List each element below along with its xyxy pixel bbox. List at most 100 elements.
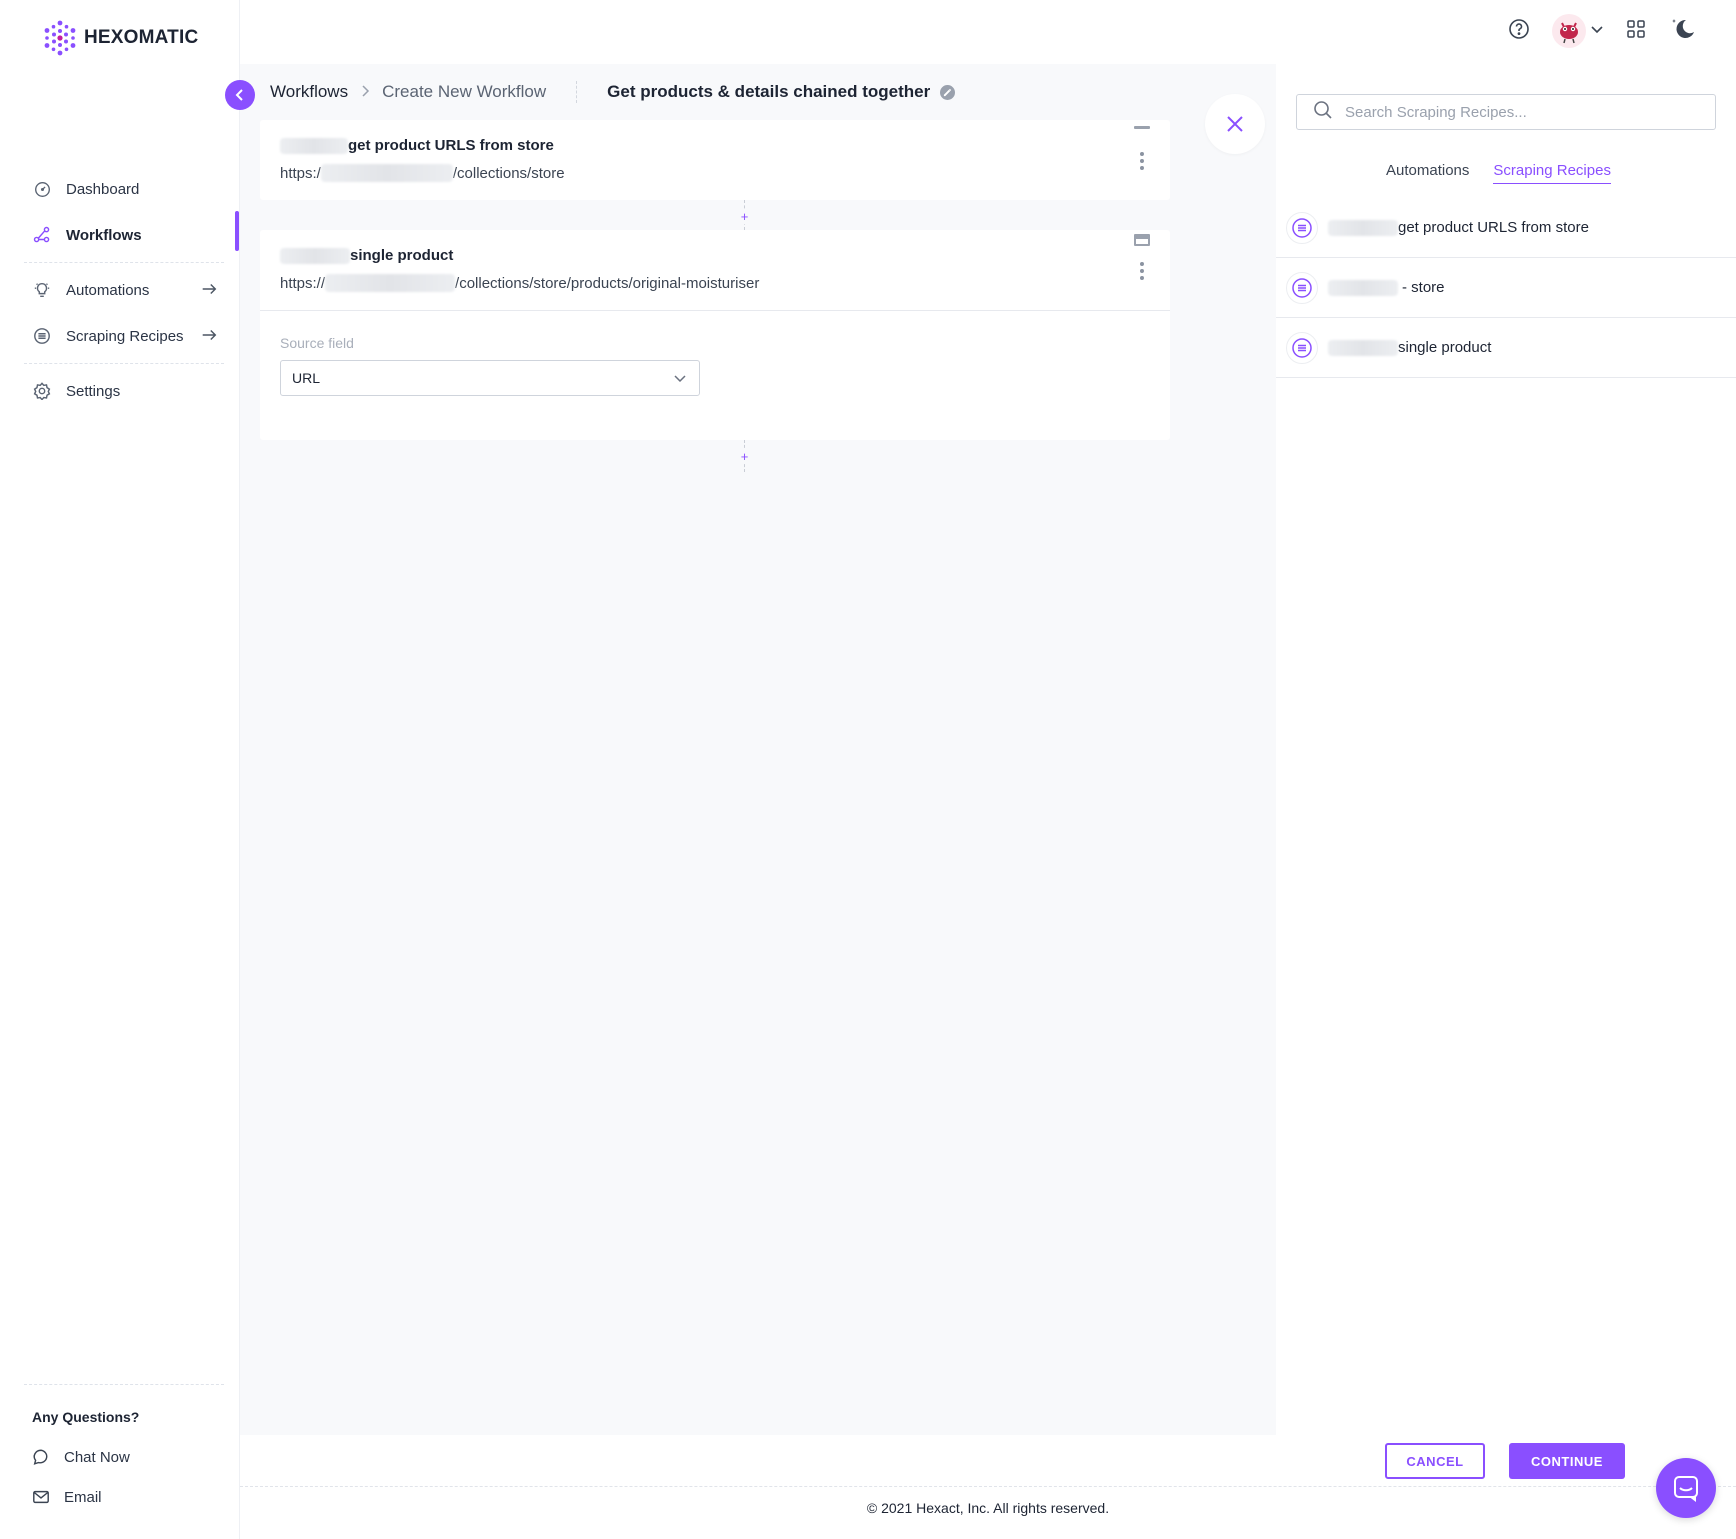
panel-tabs: Automations Scraping Recipes bbox=[1386, 162, 1611, 184]
gauge-icon bbox=[32, 179, 52, 199]
redacted-text bbox=[1328, 279, 1398, 296]
url-suffix: /collections/store/products/original-moi… bbox=[455, 274, 760, 292]
hexomatic-logo-icon bbox=[44, 20, 76, 56]
arrow-right-icon[interactable] bbox=[200, 326, 218, 348]
lightbulb-icon bbox=[32, 280, 52, 300]
continue-button[interactable]: CONTINUE bbox=[1509, 1443, 1625, 1479]
workflow-step-card[interactable]: get product URLS from store https:/ /col… bbox=[260, 120, 1170, 200]
source-field-label: Source field bbox=[280, 335, 354, 351]
chat-icon bbox=[1674, 1476, 1698, 1502]
recipe-icon bbox=[1286, 271, 1318, 304]
workflow-step-card[interactable]: single product https:// /collections/sto… bbox=[260, 230, 1170, 440]
recipe-icon bbox=[32, 326, 52, 346]
sidebar-help: Any Questions? Chat Now Email bbox=[24, 1384, 224, 1517]
list-item[interactable]: get product URLS from store bbox=[1276, 198, 1736, 258]
sidebar-item-label: Scraping Recipes bbox=[66, 327, 184, 345]
step-title: single product bbox=[280, 247, 453, 264]
url-prefix: https:// bbox=[280, 274, 326, 292]
list-item[interactable]: single product bbox=[1276, 318, 1736, 378]
minimize-icon[interactable] bbox=[1134, 126, 1150, 129]
chevron-right-icon bbox=[360, 84, 370, 100]
sidebar-item-label: Settings bbox=[66, 382, 121, 400]
collapse-sidebar-button[interactable] bbox=[225, 80, 255, 110]
help-icon[interactable] bbox=[1508, 18, 1530, 45]
more-options-icon[interactable] bbox=[1140, 262, 1144, 280]
redacted-text bbox=[320, 164, 453, 182]
edit-icon[interactable] bbox=[940, 84, 956, 100]
nav-divider bbox=[24, 262, 224, 263]
gear-icon bbox=[32, 381, 52, 401]
breadcrumb-current: Create New Workflow bbox=[382, 82, 547, 101]
nav-divider bbox=[24, 363, 224, 364]
search-input[interactable] bbox=[1345, 103, 1685, 121]
recipe-icon bbox=[1286, 331, 1318, 364]
redacted-text bbox=[280, 137, 348, 154]
sidebar-item-scraping-recipes[interactable]: Scraping Recipes bbox=[24, 313, 224, 359]
sidebar-item-workflows[interactable]: Workflows bbox=[24, 212, 224, 258]
chevron-down-icon bbox=[1590, 22, 1604, 41]
list-item[interactable]: - store bbox=[1276, 258, 1736, 318]
logo[interactable]: HEXOMATIC bbox=[42, 20, 198, 56]
url-suffix: /collections/store bbox=[452, 164, 565, 182]
search-icon bbox=[1313, 100, 1333, 125]
email-label: Email bbox=[64, 1488, 102, 1506]
recipes-panel: Automations Scraping Recipes get product… bbox=[1276, 64, 1736, 1435]
dark-mode-toggle-icon[interactable] bbox=[1668, 16, 1696, 47]
top-bar bbox=[240, 0, 1736, 64]
sidebar-item-label: Workflows bbox=[66, 226, 142, 244]
arrow-right-icon[interactable] bbox=[200, 280, 218, 302]
step-url: https:// /collections/store/products/ori… bbox=[280, 274, 759, 292]
source-field-select[interactable]: URL bbox=[280, 360, 700, 396]
sidebar-item-label: Dashboard bbox=[66, 180, 140, 198]
breadcrumb-workflows[interactable]: Workflows bbox=[270, 82, 348, 102]
step-title: get product URLS from store bbox=[280, 137, 554, 154]
search-box[interactable] bbox=[1296, 94, 1716, 130]
redacted-text bbox=[1328, 219, 1398, 236]
sidebar: HEXOMATIC Dashboard Workflows Automation… bbox=[0, 0, 240, 1539]
chat-bubble-icon bbox=[32, 1447, 52, 1467]
sidebar-item-settings[interactable]: Settings bbox=[24, 368, 224, 414]
recipe-label: single product bbox=[1398, 339, 1492, 356]
action-bar: CANCEL CONTINUE bbox=[240, 1435, 1736, 1487]
tab-automations[interactable]: Automations bbox=[1386, 162, 1469, 184]
redacted-text bbox=[1328, 339, 1398, 356]
source-field-value: URL bbox=[292, 370, 321, 386]
expand-icon[interactable] bbox=[1134, 234, 1150, 246]
more-options-icon[interactable] bbox=[1140, 152, 1144, 170]
step-title-text: get product URLS from store bbox=[348, 137, 554, 154]
close-workflow-button[interactable] bbox=[1205, 94, 1265, 154]
recipe-label: get product URLS from store bbox=[1398, 219, 1589, 236]
active-nav-indicator bbox=[235, 211, 239, 251]
redacted-text bbox=[325, 274, 456, 292]
close-icon bbox=[1227, 116, 1243, 132]
sidebar-item-label: Automations bbox=[66, 281, 150, 299]
redacted-text bbox=[280, 247, 350, 264]
card-divider bbox=[260, 310, 1170, 311]
mail-icon bbox=[32, 1487, 52, 1507]
email-link[interactable]: Email bbox=[24, 1477, 224, 1517]
recipe-list: get product URLS from store - store sing… bbox=[1276, 198, 1736, 378]
chevron-left-icon bbox=[235, 89, 243, 101]
avatar bbox=[1552, 14, 1586, 48]
workflow-icon bbox=[32, 225, 52, 245]
step-url: https:/ /collections/store bbox=[280, 164, 565, 182]
top-actions bbox=[1508, 14, 1696, 48]
tab-scraping-recipes[interactable]: Scraping Recipes bbox=[1493, 162, 1611, 184]
logo-text: HEXOMATIC bbox=[84, 27, 199, 48]
apps-grid-icon[interactable] bbox=[1626, 19, 1646, 44]
sidebar-item-dashboard[interactable]: Dashboard bbox=[24, 166, 224, 212]
breadcrumb-divider bbox=[576, 81, 578, 103]
recipe-label: - store bbox=[1402, 279, 1445, 296]
chat-now-link[interactable]: Chat Now bbox=[24, 1437, 224, 1477]
chat-widget-button[interactable] bbox=[1656, 1458, 1716, 1518]
chevron-down-icon bbox=[673, 371, 687, 388]
cancel-button[interactable]: CANCEL bbox=[1385, 1443, 1485, 1479]
user-menu[interactable] bbox=[1552, 14, 1604, 48]
sidebar-item-automations[interactable]: Automations bbox=[24, 267, 224, 313]
add-step-icon[interactable]: + bbox=[737, 209, 752, 224]
recipe-icon bbox=[1286, 211, 1318, 244]
add-step-icon[interactable]: + bbox=[737, 449, 752, 464]
breadcrumb: Workflows Create New Workflow Get produc… bbox=[270, 80, 956, 104]
footer-copyright: © 2021 Hexact, Inc. All rights reserved. bbox=[866, 1500, 1110, 1516]
sidebar-nav: Dashboard Workflows Automations Scraping… bbox=[24, 166, 224, 414]
